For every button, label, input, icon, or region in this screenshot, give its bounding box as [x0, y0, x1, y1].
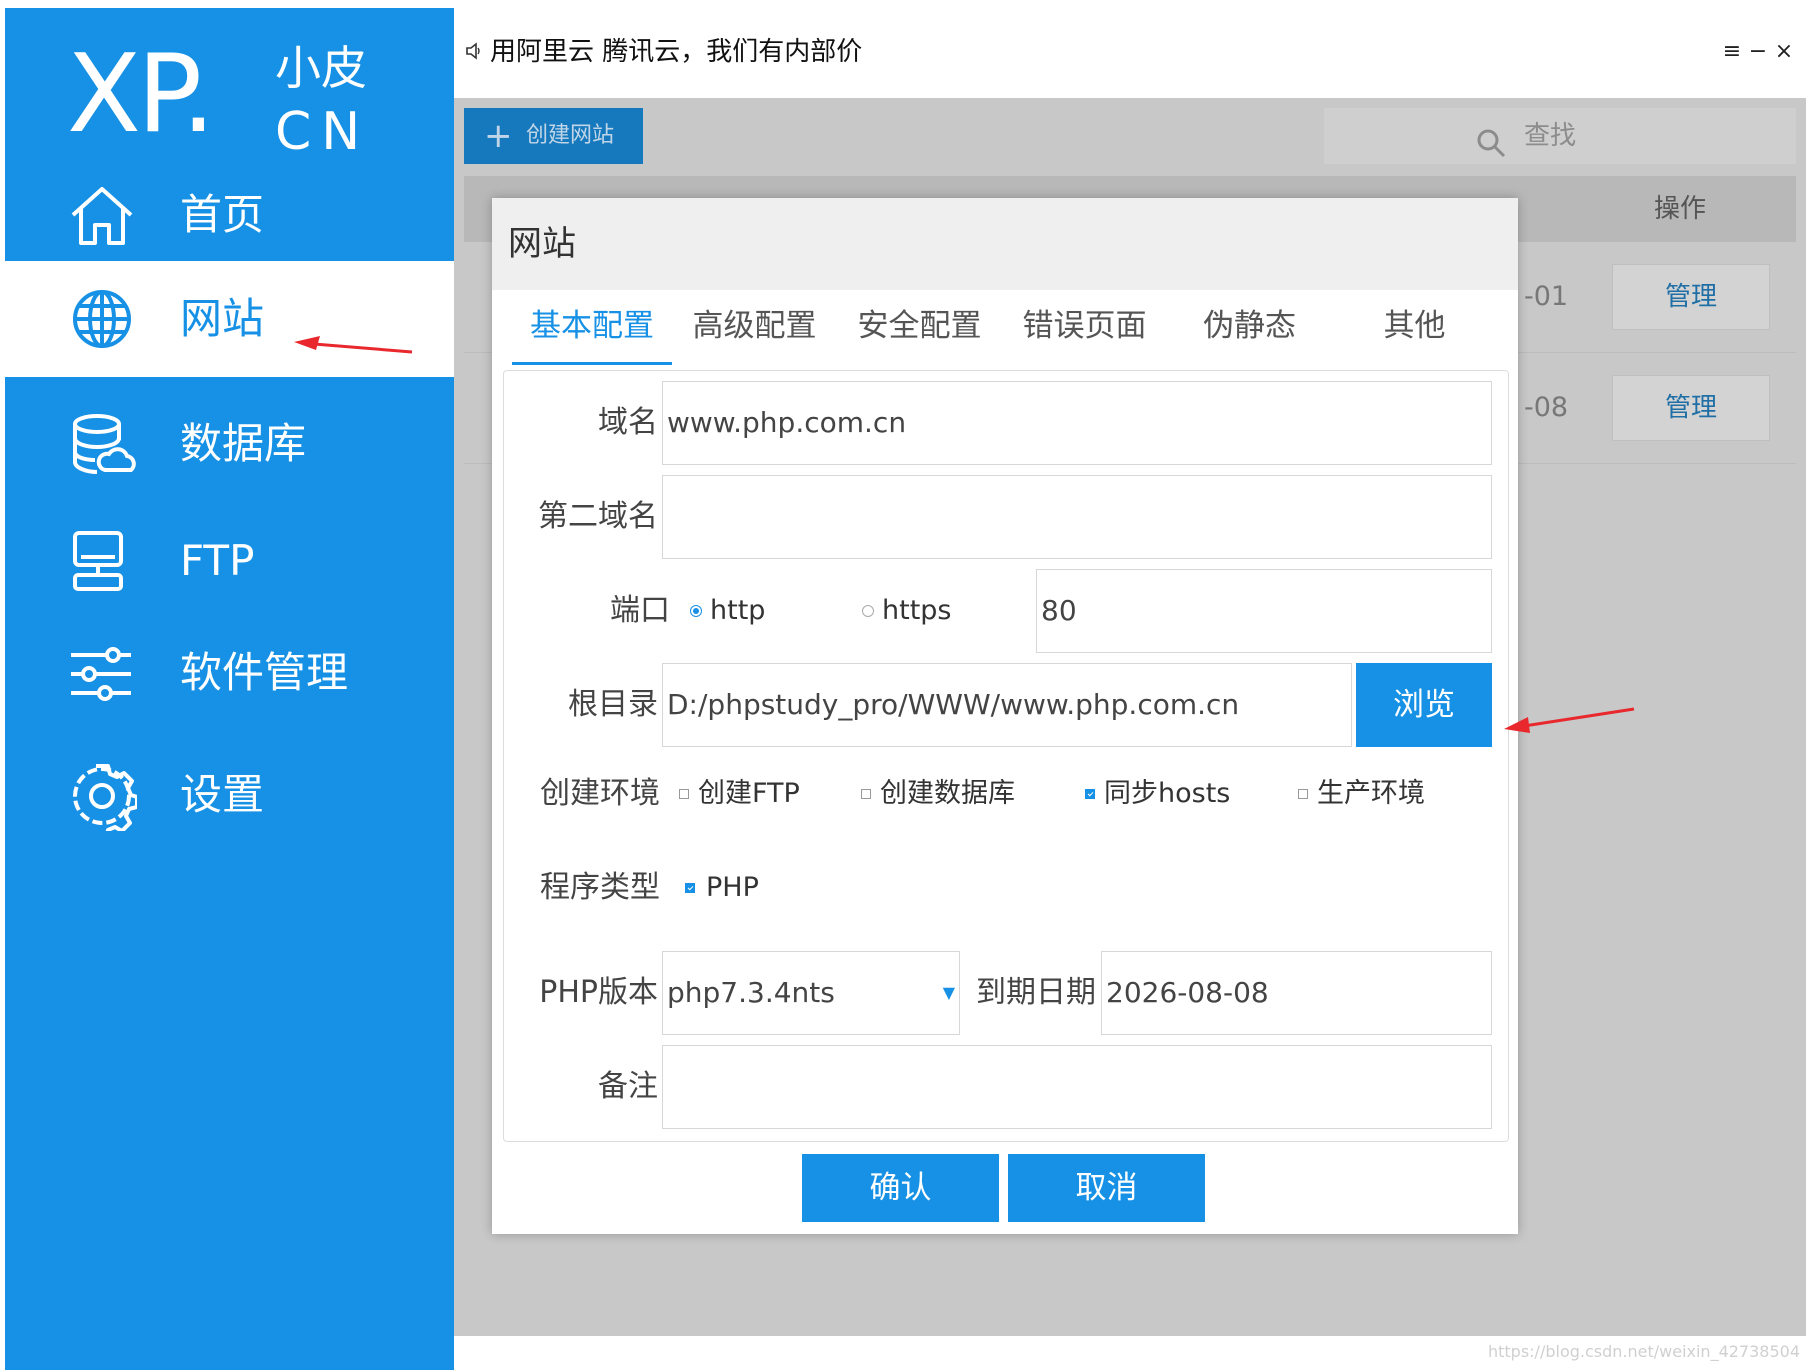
- confirm-button[interactable]: 确认: [802, 1154, 999, 1222]
- tab-basic[interactable]: 基本配置: [512, 290, 672, 365]
- second-domain-input[interactable]: [662, 475, 1492, 559]
- sidebar: XP. 小皮 CN 首页 网站 数据库 FTP 软件管理 设置: [5, 8, 454, 1370]
- second-domain-label: 第二域名: [538, 499, 658, 534]
- create-website-label: 创建网站: [526, 123, 615, 148]
- tab-security[interactable]: 安全配置: [837, 290, 1002, 362]
- sync-hosts-label[interactable]: 同步hosts: [1104, 759, 1230, 829]
- sliders-icon: [67, 639, 137, 709]
- production-env-label[interactable]: 生产环境: [1317, 759, 1425, 829]
- program-type-label: 程序类型: [540, 870, 660, 905]
- port-input[interactable]: 80: [1036, 569, 1492, 653]
- production-env-checkbox[interactable]: [1298, 789, 1308, 799]
- globe-icon: [67, 284, 137, 354]
- search-icon: [1476, 122, 1506, 158]
- sidebar-item-website[interactable]: 网站: [5, 261, 454, 377]
- sidebar-item-database[interactable]: 数据库: [5, 377, 454, 511]
- watermark: https://blog.csdn.net/weixin_42738504: [1487, 1342, 1800, 1361]
- logo-main: XP.: [67, 32, 216, 157]
- http-label[interactable]: http: [710, 569, 765, 653]
- sidebar-item-label: 设置: [180, 770, 265, 819]
- create-website-button[interactable]: + 创建网站: [464, 108, 643, 164]
- port-label: 端口: [610, 593, 670, 628]
- gear-icon: [67, 761, 139, 839]
- annotation-arrow-website: [294, 336, 413, 354]
- ad-banner-text[interactable]: 用阿里云 腾讯云，我们有内部价: [490, 32, 862, 72]
- env-label: 创建环境: [540, 776, 660, 811]
- footer-strip: https://blog.csdn.net/weixin_42738504: [454, 1336, 1806, 1370]
- basic-config-form: 域名 www.php.com.cn 第二域名 端口 http https 80 …: [503, 370, 1509, 1142]
- column-header-action: 操作: [1654, 194, 1707, 224]
- close-button[interactable]: ×: [1772, 34, 1796, 70]
- sidebar-item-software[interactable]: 软件管理: [5, 606, 454, 740]
- php-version-label: PHP版本: [539, 975, 658, 1010]
- sync-hosts-checkbox[interactable]: [1085, 789, 1095, 799]
- tab-other[interactable]: 其他: [1332, 290, 1497, 362]
- website-dialog: 网站 基本配置 高级配置 安全配置 错误页面 伪静态 其他 域名 www.php…: [492, 198, 1518, 1234]
- dropdown-arrow-icon: ▼: [942, 983, 955, 1002]
- sidebar-item-label: 网站: [180, 294, 265, 343]
- menu-button[interactable]: ≡: [1720, 34, 1744, 70]
- expire-date-input[interactable]: 2026-08-08: [1101, 951, 1492, 1035]
- root-dir-label: 根目录: [568, 687, 658, 722]
- ftp-server-icon: [67, 527, 137, 597]
- sidebar-item-label: 数据库: [180, 419, 307, 468]
- http-radio[interactable]: [690, 605, 702, 617]
- logo-cn-top: 小皮: [275, 41, 367, 95]
- browse-button[interactable]: 浏览: [1356, 663, 1492, 747]
- https-radio[interactable]: [862, 605, 874, 617]
- php-label[interactable]: PHP: [706, 853, 759, 923]
- tab-advanced[interactable]: 高级配置: [672, 290, 837, 362]
- tab-rewrite[interactable]: 伪静态: [1167, 290, 1332, 362]
- php-version-value: php7.3.4nts: [667, 976, 835, 1009]
- home-icon: [67, 181, 137, 251]
- php-version-select[interactable]: php7.3.4nts ▼: [662, 951, 960, 1035]
- manage-button[interactable]: 管理: [1612, 375, 1770, 441]
- cancel-button[interactable]: 取消: [1008, 1154, 1205, 1222]
- https-label[interactable]: https: [882, 569, 952, 653]
- create-ftp-checkbox[interactable]: [679, 789, 689, 799]
- dialog-title: 网站: [508, 224, 576, 264]
- row-date: -08: [1524, 392, 1569, 423]
- note-label: 备注: [598, 1069, 658, 1104]
- sidebar-item-settings[interactable]: 设置: [5, 728, 454, 862]
- domain-label: 域名: [598, 405, 658, 440]
- note-input[interactable]: [662, 1045, 1492, 1129]
- tab-error-pages[interactable]: 错误页面: [1002, 290, 1167, 362]
- search-input[interactable]: 查找: [1324, 108, 1796, 164]
- create-ftp-label[interactable]: 创建FTP: [698, 759, 800, 829]
- domain-input[interactable]: www.php.com.cn: [662, 381, 1492, 465]
- php-checkbox[interactable]: [685, 883, 695, 893]
- annotation-arrow-browse: [1504, 707, 1635, 733]
- root-dir-input[interactable]: D:/phpstudy_pro/WWW/www.php.com.cn: [662, 663, 1352, 747]
- database-icon: [67, 410, 137, 480]
- speaker-icon: [465, 42, 483, 60]
- row-date: -01: [1524, 281, 1569, 312]
- search-placeholder: 查找: [1524, 121, 1577, 151]
- create-database-checkbox[interactable]: [861, 789, 871, 799]
- minimize-button[interactable]: −: [1746, 34, 1770, 70]
- create-database-label[interactable]: 创建数据库: [880, 759, 1015, 829]
- expire-date-label: 到期日期: [976, 975, 1096, 1010]
- title-bar: 用阿里云 腾讯云，我们有内部价 ≡ − ×: [454, 8, 1806, 98]
- dialog-tabs: 基本配置 高级配置 安全配置 错误页面 伪静态 其他: [512, 290, 1498, 366]
- manage-button[interactable]: 管理: [1612, 264, 1770, 330]
- plus-icon: +: [484, 116, 513, 156]
- sidebar-item-label: 软件管理: [180, 648, 349, 697]
- dialog-header: 网站: [492, 198, 1518, 290]
